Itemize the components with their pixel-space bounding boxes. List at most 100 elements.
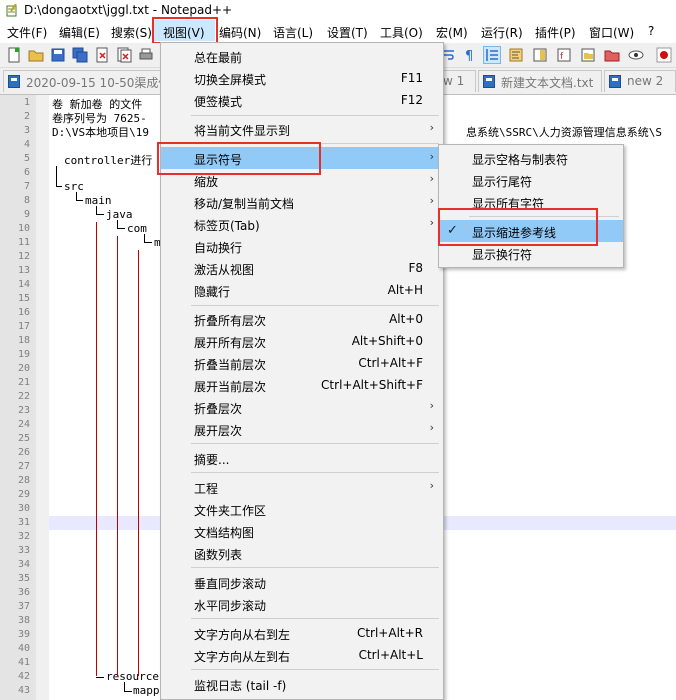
symbol-show-whitespace-tab[interactable]: 显示空格与制表符 (439, 147, 623, 169)
view-menu-project[interactable]: 工程 › (161, 476, 443, 498)
tree-line (76, 200, 83, 201)
submenu-arrow-icon: › (429, 421, 434, 434)
save-icon[interactable] (50, 47, 66, 63)
menu-window[interactable]: 窗口(W) (589, 24, 634, 41)
view-menu-tab[interactable]: 标签页(Tab) › (161, 213, 443, 235)
view-menu-fold-current[interactable]: 折叠当前层次 Ctrl+Alt+F (161, 352, 443, 374)
menu-language[interactable]: 语言(L) (273, 24, 313, 41)
close-all-icon[interactable] (116, 47, 132, 63)
view-menu-fold-all[interactable]: 折叠所有层次 Alt+0 (161, 308, 443, 330)
view-menu-sync-vertical[interactable]: 垂直同步滚动 (161, 571, 443, 593)
view-menu-document-map[interactable]: 文档结构图 (161, 520, 443, 542)
menu-help[interactable]: ? (648, 24, 654, 38)
view-menu-focus-other-view[interactable]: 激活从视图 F8 (161, 257, 443, 279)
tree-line (124, 691, 132, 692)
submenu-arrow-icon: › (429, 121, 434, 134)
submenu-arrow-icon: › (429, 150, 434, 163)
item-label: 切换全屏模式 (194, 73, 267, 87)
line-number: 18 (17, 335, 30, 346)
view-menu-unfold-current[interactable]: 展开当前层次 Ctrl+Alt+Shift+F (161, 374, 443, 396)
item-label: 监视日志 (tail -f) (194, 679, 287, 693)
item-label: 标签页(Tab) (194, 219, 260, 233)
menu-run[interactable]: 运行(R) (481, 24, 523, 41)
tab-label: 2020-09-15 10-50渠成修 (26, 76, 163, 90)
saved-file-icon (609, 75, 621, 88)
menu-tools[interactable]: 工具(O) (380, 24, 423, 41)
view-menu-folder-workspace[interactable]: 文件夹工作区 (161, 498, 443, 520)
record-macro-icon[interactable] (656, 47, 672, 63)
view-menu-summary[interactable]: 摘要... (161, 447, 443, 469)
open-file-icon[interactable] (28, 47, 44, 63)
line-number: 12 (17, 251, 30, 262)
code-line-3-tail: 息系统\SSRC\人力资源管理信息系统\S (466, 126, 662, 139)
line-number: 37 (17, 601, 30, 612)
user-lang-icon[interactable] (508, 47, 524, 63)
close-file-icon[interactable] (94, 47, 110, 63)
line-number: 4 (23, 139, 30, 150)
line-number: 9 (23, 209, 30, 220)
view-menu-word-wrap[interactable]: 自动换行 (161, 235, 443, 257)
view-menu-move-clone[interactable]: 移动/复制当前文档 › (161, 191, 443, 213)
notepad-app-icon (6, 4, 17, 17)
menu-edit[interactable]: 编辑(E) (59, 24, 100, 41)
function-list-icon[interactable]: f (556, 47, 572, 63)
menu-encoding[interactable]: 编码(N) (219, 24, 261, 41)
save-all-icon[interactable] (72, 47, 88, 63)
menu-settings[interactable]: 设置(T) (327, 24, 368, 41)
tab-label: 新建文本文档.txt (501, 76, 594, 90)
menu-macro[interactable]: 宏(M) (436, 24, 468, 41)
line-number: 35 (17, 573, 30, 584)
item-shortcut: F12 (400, 93, 423, 107)
line-number: 27 (17, 461, 30, 472)
tree-line (117, 220, 118, 228)
saved-file-icon (483, 75, 495, 88)
folder-workspace-icon[interactable] (580, 47, 596, 63)
menu-plugins[interactable]: 插件(P) (535, 24, 576, 41)
menu-separator (191, 472, 439, 473)
view-menu-fullscreen[interactable]: 切换全屏模式 F11 (161, 67, 443, 89)
line-number: 19 (17, 349, 30, 360)
code-line-5: controller进行 (64, 154, 153, 167)
symbol-show-eol[interactable]: 显示行尾符 (439, 169, 623, 191)
menu-separator (191, 443, 439, 444)
line-number: 39 (17, 629, 30, 640)
view-menu-view-current-file-in[interactable]: 将当前文件显示到 › (161, 118, 443, 140)
item-label: 折叠层次 (194, 402, 243, 416)
view-menu-function-list[interactable]: 函数列表 (161, 542, 443, 564)
tab-2020-09-15[interactable]: 2020-09-15 10-50渠成修 (3, 70, 163, 92)
annotation-box-view-menu (152, 17, 218, 44)
view-menu-monitoring[interactable]: 监视日志 (tail -f) (161, 673, 443, 695)
doc-map-icon[interactable] (532, 47, 548, 63)
tab-new-2[interactable]: new 2 (604, 70, 676, 92)
code-line-3: D:\VS本地项目\19 (52, 126, 149, 139)
view-menu-unfold-all[interactable]: 展开所有层次 Alt+Shift+0 (161, 330, 443, 352)
line-number: 17 (17, 321, 30, 332)
indent-guide-icon[interactable] (483, 46, 501, 64)
submenu-arrow-icon: › (429, 216, 434, 229)
line-number: 28 (17, 475, 30, 486)
view-menu-text-rtl[interactable]: 文字方向从右到左 Ctrl+Alt+R (161, 622, 443, 644)
line-number: 21 (17, 377, 30, 388)
item-label: 展开当前层次 (194, 380, 267, 394)
view-menu-post-it[interactable]: 便签模式 F12 (161, 89, 443, 111)
line-number: 1 (23, 97, 30, 108)
tab-new-text-doc[interactable]: 新建文本文档.txt (478, 70, 602, 92)
view-menu-fold-level[interactable]: 折叠层次 › (161, 396, 443, 418)
indent-guide-line (96, 222, 97, 676)
show-all-chars-icon[interactable]: ¶ (462, 47, 478, 63)
view-menu-text-ltr[interactable]: 文字方向从左到右 Ctrl+Alt+L (161, 644, 443, 666)
menu-file[interactable]: 文件(F) (7, 24, 47, 41)
folder-icon[interactable] (604, 47, 620, 63)
line-number: 20 (17, 363, 30, 374)
view-menu-unfold-level[interactable]: 展开层次 › (161, 418, 443, 440)
print-icon[interactable] (138, 47, 154, 63)
menu-search[interactable]: 搜索(S) (111, 24, 152, 41)
view-menu-sync-horizontal[interactable]: 水平同步滚动 (161, 593, 443, 615)
item-label: 显示空格与制表符 (472, 153, 569, 167)
view-menu-always-on-top[interactable]: 总在最前 (161, 45, 443, 67)
monitor-icon[interactable] (628, 47, 644, 63)
svg-text:¶: ¶ (465, 49, 473, 63)
new-file-icon[interactable] (6, 47, 22, 63)
line-number: 10 (17, 223, 30, 234)
view-menu-hide-lines[interactable]: 隐藏行 Alt+H (161, 279, 443, 301)
